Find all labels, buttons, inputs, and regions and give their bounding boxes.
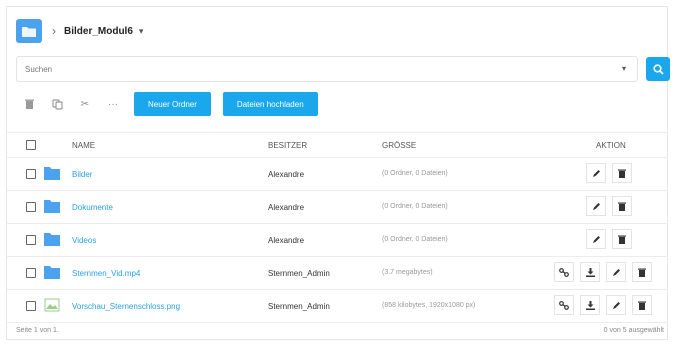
delete-button[interactable] [612, 196, 632, 216]
edit-button[interactable] [586, 163, 606, 183]
owner-cell: Sternmen_Admin [268, 302, 330, 311]
trash-icon [638, 268, 646, 277]
trash-icon [638, 301, 646, 310]
share-button[interactable] [554, 262, 574, 282]
video-file-icon [44, 266, 60, 279]
folder-icon [44, 200, 60, 213]
table-row: Sternmen_Vid.mp4 Sternmen_Admin (3.7 meg… [6, 257, 668, 290]
chevron-down-icon[interactable]: ▾ [139, 26, 144, 37]
size-cell: (0 Ordner, 0 Dateien) [382, 203, 448, 210]
search-button[interactable] [646, 57, 670, 81]
download-icon [585, 300, 595, 310]
search-dropdown-icon[interactable]: ▾ [622, 64, 626, 73]
pagination-text: Seite 1 von 1. [16, 327, 59, 334]
new-folder-button[interactable]: Neuer Ordner [134, 92, 211, 116]
search-input[interactable] [16, 56, 638, 82]
delete-button[interactable] [632, 262, 652, 282]
row-checkbox[interactable] [26, 169, 36, 179]
owner-cell: Alexandre [268, 236, 305, 245]
column-header-name[interactable]: NAME [72, 141, 95, 150]
row-checkbox[interactable] [26, 301, 36, 311]
table-row: Videos Alexandre (0 Ordner, 0 Dateien) [6, 224, 668, 257]
file-name-link[interactable]: Dokumente [72, 203, 113, 212]
delete-button[interactable] [612, 229, 632, 249]
file-table: NAME BESITZER GRÖSSE AKTION Bilder Alexa… [6, 132, 668, 323]
column-header-size[interactable]: GRÖSSE [382, 141, 416, 150]
folder-icon[interactable] [16, 19, 42, 43]
select-all-checkbox[interactable] [26, 140, 36, 150]
link-icon [559, 300, 569, 310]
breadcrumb-current[interactable]: Bilder_Modul6 [64, 26, 133, 37]
pencil-icon [592, 235, 600, 243]
size-cell: (858 kilobytes, 1920x1080 px) [382, 302, 476, 309]
chevron-right-icon: › [52, 24, 56, 38]
edit-button[interactable] [586, 229, 606, 249]
owner-cell: Alexandre [268, 203, 305, 212]
scissors-icon[interactable]: ✂ [78, 97, 92, 111]
size-cell: (3.7 megabytes) [382, 269, 433, 276]
search-row: ▾ [16, 56, 670, 82]
upload-files-button[interactable]: Dateien hochladen [222, 92, 318, 116]
breadcrumb: › Bilder_Modul6 ▾ [16, 18, 143, 44]
selection-count: 0 von 5 ausgewählt [603, 327, 664, 334]
download-button[interactable] [580, 262, 600, 282]
copy-icon[interactable] [50, 97, 64, 111]
file-name-link[interactable]: Videos [72, 236, 96, 245]
table-header: NAME BESITZER GRÖSSE AKTION [6, 132, 668, 158]
folder-icon [44, 233, 60, 246]
trash-icon[interactable] [22, 97, 36, 111]
edit-button[interactable] [606, 295, 626, 315]
row-checkbox[interactable] [26, 202, 36, 212]
column-header-action: AKTION [596, 141, 626, 150]
download-icon [585, 267, 595, 277]
size-cell: (0 Ordner, 0 Dateien) [382, 236, 448, 243]
trash-icon [618, 235, 626, 244]
pencil-icon [612, 268, 620, 276]
file-name-link[interactable]: Bilder [72, 170, 92, 179]
trash-icon [618, 169, 626, 178]
share-button[interactable] [554, 295, 574, 315]
delete-button[interactable] [632, 295, 652, 315]
pencil-icon [592, 169, 600, 177]
row-checkbox[interactable] [26, 235, 36, 245]
table-row: Dokumente Alexandre (0 Ordner, 0 Dateien… [6, 191, 668, 224]
edit-button[interactable] [586, 196, 606, 216]
pencil-icon [592, 202, 600, 210]
column-header-owner[interactable]: BESITZER [268, 141, 307, 150]
toolbar: ✂ ··· Neuer Ordner Dateien hochladen [22, 92, 330, 116]
link-icon [559, 267, 569, 277]
size-cell: (0 Ordner, 0 Dateien) [382, 170, 448, 177]
download-button[interactable] [580, 295, 600, 315]
delete-button[interactable] [612, 163, 632, 183]
row-checkbox[interactable] [26, 268, 36, 278]
folder-icon [44, 167, 60, 180]
pencil-icon [612, 301, 620, 309]
more-icon[interactable]: ··· [106, 97, 120, 111]
owner-cell: Alexandre [268, 170, 305, 179]
edit-button[interactable] [606, 262, 626, 282]
table-row: Bilder Alexandre (0 Ordner, 0 Dateien) [6, 158, 668, 191]
trash-icon [618, 202, 626, 211]
image-file-icon [44, 298, 60, 312]
owner-cell: Sternmen_Admin [268, 269, 330, 278]
table-row: Vorschau_Sternenschloss.png Sternmen_Adm… [6, 290, 668, 323]
file-name-link[interactable]: Vorschau_Sternenschloss.png [72, 302, 180, 311]
file-name-link[interactable]: Sternmen_Vid.mp4 [72, 269, 140, 278]
search-icon [652, 63, 664, 75]
